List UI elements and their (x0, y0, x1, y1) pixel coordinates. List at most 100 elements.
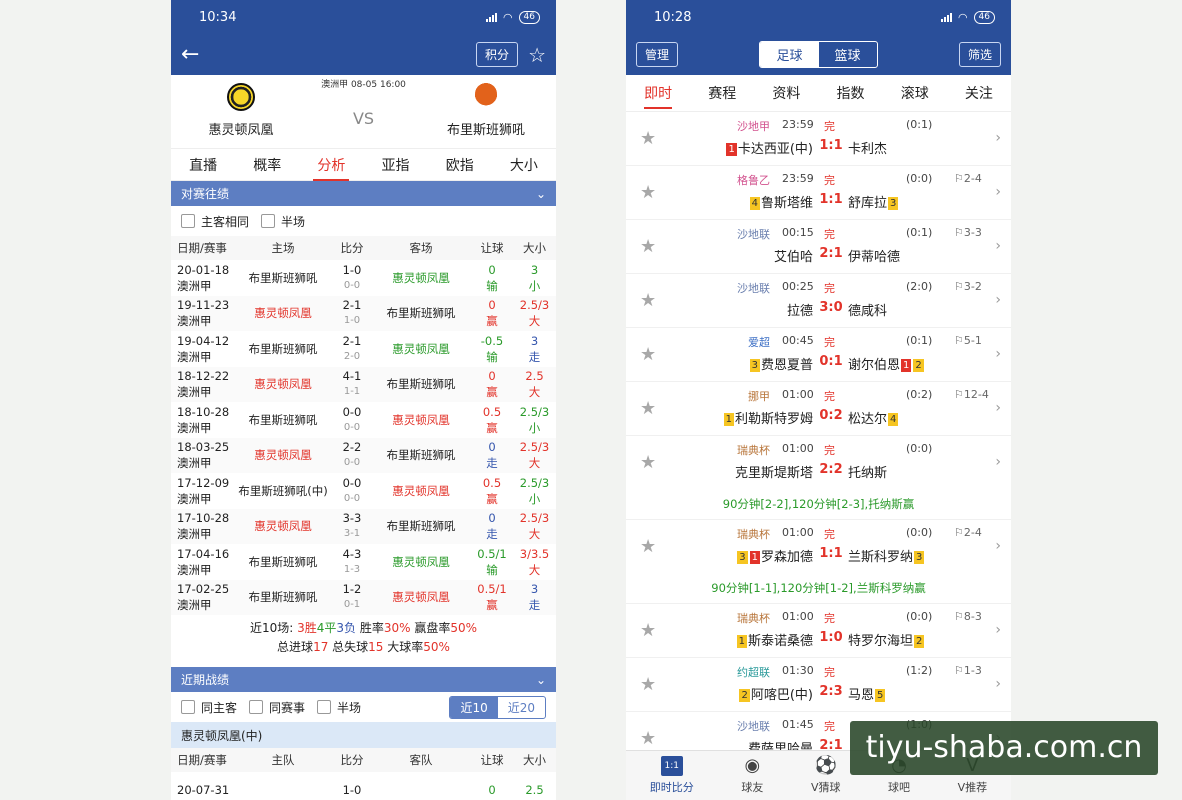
half-time-checkbox[interactable] (261, 214, 276, 228)
points-button[interactable]: 积分 (476, 42, 519, 67)
half-time-label: 半场 (337, 700, 362, 715)
table-row[interactable]: 18-10-28 澳洲甲 布里斯班狮吼 0-0 0-0 惠灵顿凤凰 0.5 赢 2.5/3 小 (171, 402, 556, 438)
row-ou-sub: 大 (528, 385, 541, 400)
chevron-down-icon: ⌄ (535, 186, 546, 201)
status-time: 10:28 (654, 9, 692, 25)
favorite-star-icon[interactable]: ★ (640, 620, 656, 641)
away-team: 卡利杰 (848, 138, 887, 157)
match-status: 完 (824, 120, 835, 133)
favorite-star-icon[interactable]: ★ (640, 128, 656, 149)
star-outline-icon[interactable]: ☆ (528, 43, 546, 67)
league-name: 约超联 (737, 666, 770, 679)
table-row[interactable]: 19-11-23 澳洲甲 惠灵顿凤凰 2-1 1-0 布里斯班狮吼 0 赢 2.5/3 大 (171, 295, 556, 331)
signal-icon (940, 12, 952, 22)
last-10-button[interactable]: 近10 (450, 696, 498, 718)
table-row[interactable]: 17-12-09 澳洲甲 布里斯班狮吼(中) 0-0 0-0 惠灵顿凤凰 0.5 赢 2.5/3… (171, 473, 556, 509)
row-date-sub: 澳洲甲 (177, 491, 212, 506)
match-row[interactable]: ★ 约超联 01:30 完 (1:2) ⚐1-3 2 阿喀巴(中) 2:3 马恩 5 › (626, 658, 1011, 712)
match-row[interactable]: ★ 瑞典杯 01:00 完 (0:0) ⚐8-3 1 斯泰诺桑德 1:0 特罗尔海坦 2 › (626, 604, 1011, 658)
row-away-value: 惠灵顿凤凰 (392, 554, 450, 569)
h2h-filters: 主客相同 半场 (171, 206, 556, 236)
same-home-away-checkbox[interactable] (181, 700, 195, 714)
filter-button[interactable]: 筛选 (958, 42, 1001, 67)
half-time-checkbox[interactable] (317, 700, 332, 714)
away-team[interactable]: 布里斯班狮吼 (421, 83, 551, 138)
tab-over-under[interactable]: 大小 (506, 149, 542, 181)
tab-data[interactable]: 资料 (772, 77, 800, 109)
row-away: 惠灵顿凤凰 (371, 402, 471, 438)
tab-euro-odds[interactable]: 欧指 (442, 149, 478, 181)
table-row[interactable]: 18-12-22 澳洲甲 惠灵顿凤凰 4-1 1-1 布里斯班狮吼 0 赢 2.5 大 (171, 366, 556, 402)
row-ou-value: 3/3.5 (519, 546, 550, 561)
match-row[interactable]: ★ 瑞典杯 01:00 完 (0:0) 克里斯堤斯塔 2:2 托纳斯 › 90分钟[2-2],12… (626, 436, 1011, 520)
recent-section-header[interactable]: 近期战绩 ⌄ (171, 667, 556, 692)
favorite-star-icon[interactable]: ★ (640, 398, 656, 419)
football-tab[interactable]: 足球 (760, 42, 819, 67)
favorite-star-icon[interactable]: ★ (640, 290, 656, 311)
match-row[interactable]: ★ 挪甲 01:00 完 (0:2) ⚐12-4 1 利勒斯特罗姆 0:2 松达尔 4 › (626, 382, 1011, 436)
back-arrow-icon[interactable]: ← (181, 42, 211, 67)
half-time-label: 半场 (281, 214, 306, 229)
match-row[interactable]: ★ 格鲁乙 23:59 完 (0:0) ⚐2-4 4 鲁斯塔维 1:1 舒库拉 3 › (626, 166, 1011, 220)
tab-odds[interactable]: 指数 (837, 77, 865, 109)
favorite-star-icon[interactable]: ★ (640, 182, 656, 203)
match-row[interactable]: ★ 沙地联 00:25 完 (2:0) ⚐3-2 拉德 3:0 德咸科 › (626, 274, 1011, 328)
row-handicap-value: 0.5 (482, 404, 502, 419)
row-score: 4-3 1-3 (333, 544, 371, 580)
table-row[interactable]: 18-03-25 澳洲甲 惠灵顿凤凰 2-2 0-0 布里斯班狮吼 0 走 2.5/3 大 (171, 437, 556, 473)
manage-button[interactable]: 管理 (636, 42, 679, 67)
row-away: 布里斯班狮吼 (371, 295, 471, 331)
tab-probability[interactable]: 概率 (249, 149, 285, 181)
tab-following[interactable]: 关注 (965, 77, 993, 109)
same-home-away-checkbox[interactable] (181, 214, 195, 228)
status-time: 10:34 (199, 9, 237, 25)
tab-asian-odds[interactable]: 亚指 (378, 149, 414, 181)
recent-filters: 同主客 同赛事 半场 近10 近20 (171, 692, 556, 722)
tab-analysis[interactable]: 分析 (313, 149, 350, 181)
h2h-section-header[interactable]: 对赛往绩 ⌄ (171, 181, 556, 206)
basketball-tab[interactable]: 篮球 (819, 42, 877, 67)
table-row[interactable]: 20-01-18 澳洲甲 布里斯班狮吼 1-0 0-0 惠灵顿凤凰 0 输 3 小 (171, 260, 556, 296)
table-row[interactable]: 17-04-16 澳洲甲 布里斯班狮吼 4-3 1-3 惠灵顿凤凰 0.5/1 输 3/3.5 大 (171, 544, 556, 580)
tab-live[interactable]: 即时 (644, 77, 673, 109)
favorite-star-icon[interactable]: ★ (640, 674, 656, 695)
tab-in-play[interactable]: 滚球 (901, 77, 929, 109)
row-score: 2-1 2-0 (333, 331, 371, 367)
col-home: 主场 (233, 236, 333, 260)
favorite-star-icon[interactable]: ★ (640, 236, 656, 257)
half-time-score: (0:1) (906, 334, 933, 347)
favorite-star-icon[interactable]: ★ (640, 452, 656, 473)
match-row[interactable]: ★ 爱超 00:45 完 (0:1) ⚐5-1 3 费恩夏普 0:1 谢尔伯恩 1 2 › (626, 328, 1011, 382)
bottom-nav-item[interactable]: 1:1 即时比分 (650, 756, 694, 795)
match-row[interactable]: ★ 沙地甲 23:59 完 (0:1) 1 卡达西亚(中) 1:1 卡利杰 › (626, 112, 1011, 166)
home-team: 3 费恩夏普 (749, 354, 813, 373)
match-row[interactable]: ★ 沙地联 00:15 完 (0:1) ⚐3-3 艾伯哈 2:1 伊蒂哈德 › (626, 220, 1011, 274)
favorite-star-icon[interactable]: ★ (640, 536, 656, 557)
away-team: 谢尔伯恩 1 2 (848, 354, 925, 373)
favorite-star-icon[interactable]: ★ (640, 344, 656, 365)
tab-schedule[interactable]: 赛程 (708, 77, 736, 109)
last-20-button[interactable]: 近20 (498, 697, 545, 718)
favorite-star-icon[interactable]: ★ (640, 728, 656, 749)
bottom-nav-item[interactable]: ⚽ V猜球 (811, 756, 841, 795)
signal-icon (485, 12, 497, 22)
row-date: 17-12-09 澳洲甲 (171, 473, 233, 509)
row-score-value: 3-3 (342, 511, 362, 526)
home-team-name: 艾伯哈 (773, 250, 813, 265)
row-away-value: 惠灵顿凤凰 (392, 341, 450, 356)
table-row[interactable]: 20-07-31 1-0 0 2.5 (171, 772, 556, 800)
same-league-checkbox[interactable] (249, 700, 264, 714)
tab-live[interactable]: 直播 (185, 149, 221, 181)
row-date: 18-12-22 澳洲甲 (171, 366, 233, 402)
bottom-nav-item[interactable]: ◉ 球友 (741, 756, 763, 795)
table-row[interactable]: 19-04-12 澳洲甲 布里斯班狮吼 2-1 2-0 惠灵顿凤凰 -0.5 输 3 走 (171, 331, 556, 367)
match-row[interactable]: ★ 瑞典杯 01:00 完 (0:0) ⚐2-4 3 1 罗森加德 1:1 兰斯科罗纳 3 › 90分钟[… (626, 520, 1011, 604)
row-ou-sub: 大 (528, 314, 541, 329)
match-status: 完 (824, 444, 835, 457)
row-ou: 2.5 大 (513, 366, 556, 402)
battery-icon: 46 (518, 10, 540, 24)
table-row[interactable]: 17-02-25 澳洲甲 布里斯班狮吼 1-2 0-1 惠灵顿凤凰 0.5/1 赢 3 走 (171, 579, 556, 615)
table-row[interactable]: 17-10-28 澳洲甲 惠灵顿凤凰 3-3 3-1 布里斯班狮吼 0 走 2.5/3 大 (171, 508, 556, 544)
row-ou: 2.5/3 小 (513, 473, 556, 509)
row-date-sub: 澳洲甲 (177, 314, 212, 329)
